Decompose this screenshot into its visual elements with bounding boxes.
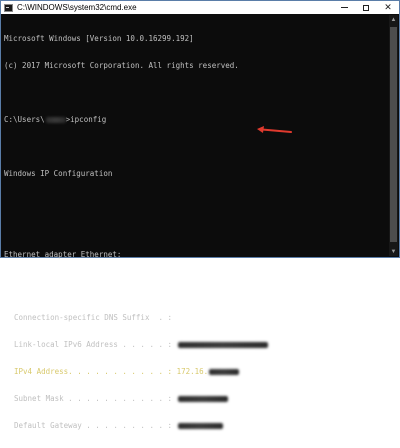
close-button[interactable]: ✕ [377, 1, 399, 14]
gateway-row: Default Gateway . . . . . . . . . : [4, 421, 396, 430]
prompt-command: >ipconfig [65, 115, 107, 124]
red-arrow-icon [257, 126, 292, 133]
minimize-icon [340, 7, 348, 8]
vertical-scrollbar[interactable]: ▲ ▼ [389, 15, 398, 256]
ipv4-label: IPv4 Address. . . . . . . . . . . : [14, 367, 173, 376]
banner-version-line: Microsoft Windows [Version 10.0.16299.19… [4, 34, 194, 43]
window-title: C:\WINDOWS\system32\cmd.exe [17, 3, 137, 12]
dns-suffix-label: Connection-specific DNS Suffix . : [14, 313, 173, 322]
banner-copyright-line: (c) 2017 Microsoft Corporation. All righ… [4, 61, 239, 70]
minimize-button[interactable] [333, 1, 355, 14]
ipv4-value: 172.16. [176, 367, 209, 376]
redacted-ipv4-tail [209, 369, 240, 375]
ip-config-header: Windows IP Configuration [4, 169, 113, 178]
subnet-label: Subnet Mask . . . . . . . . . . . : [14, 394, 173, 403]
redacted-username [45, 117, 66, 123]
gateway-label: Default Gateway . . . . . . . . . : [14, 421, 173, 430]
window-controls: ✕ [333, 1, 399, 14]
redacted-subnet-value [177, 396, 228, 402]
scroll-up-arrow-icon[interactable]: ▲ [389, 15, 398, 24]
scroll-thumb[interactable] [390, 27, 397, 242]
maximize-button[interactable] [355, 1, 377, 14]
redacted-gateway-value [177, 423, 223, 429]
console-output[interactable]: Microsoft Windows [Version 10.0.16299.19… [1, 14, 399, 430]
prompt-line: C:\Users\ >ipconfig [4, 115, 396, 124]
prompt-prefix: C:\Users\ [4, 115, 45, 124]
close-icon: ✕ [384, 2, 392, 12]
ipv4-row: IPv4 Address. . . . . . . . . . . : 172.… [4, 367, 396, 376]
cmd-icon [4, 3, 13, 12]
subnet-row: Subnet Mask . . . . . . . . . . . : [4, 394, 396, 403]
ipv6-row: Link-local IPv6 Address . . . . . : [4, 340, 396, 349]
ipv6-label: Link-local IPv6 Address . . . . . : [14, 340, 173, 349]
cmd-window: C:\WINDOWS\system32\cmd.exe ✕ Microsoft … [0, 0, 400, 430]
scroll-down-arrow-icon[interactable]: ▼ [389, 247, 398, 256]
redacted-ipv6-value [177, 342, 268, 348]
dns-suffix-row: Connection-specific DNS Suffix . : [4, 313, 396, 322]
title-bar[interactable]: C:\WINDOWS\system32\cmd.exe ✕ [1, 1, 399, 14]
maximize-icon [363, 4, 369, 11]
